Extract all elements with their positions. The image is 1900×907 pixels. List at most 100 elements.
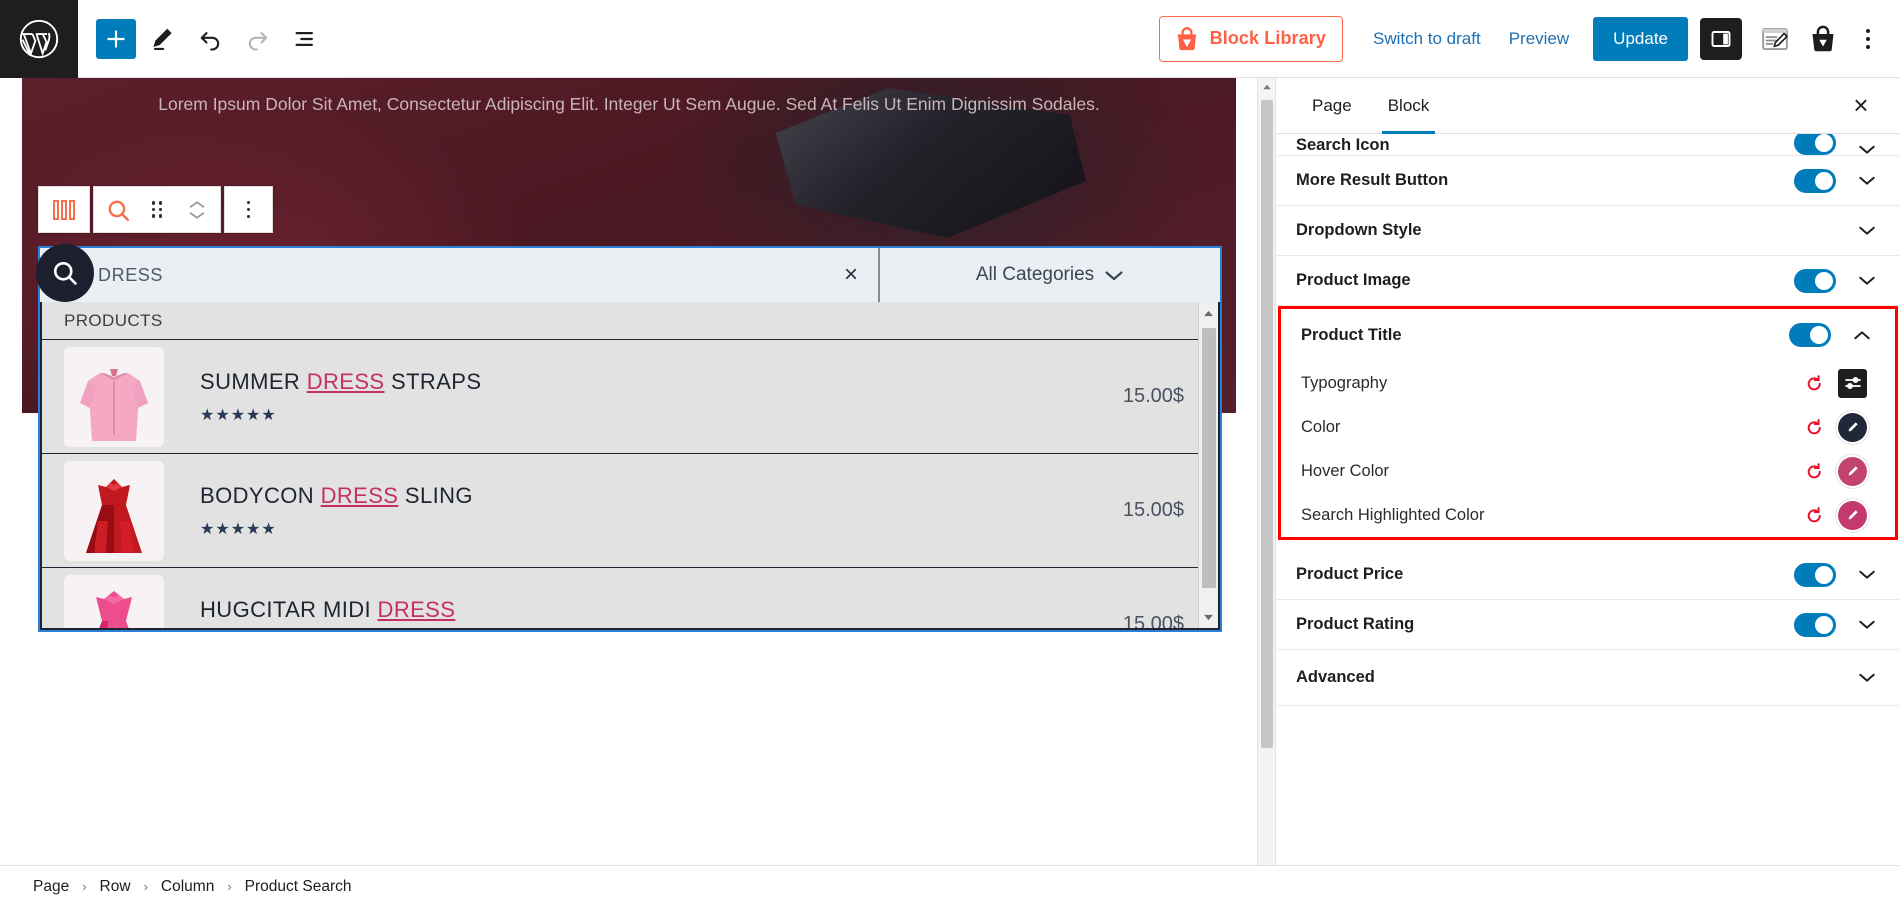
list-view-button[interactable] — [284, 17, 328, 61]
edit-tool-button[interactable] — [140, 17, 184, 61]
post-editor-icon[interactable] — [1754, 18, 1796, 60]
reset-undo-icon[interactable] — [1800, 462, 1828, 481]
undo-button[interactable] — [188, 17, 232, 61]
columns-block-icon[interactable] — [39, 187, 89, 232]
preview-button[interactable]: Preview — [1495, 16, 1583, 62]
breadcrumb-item-page[interactable]: Page — [24, 873, 78, 901]
sidebar-row-label: Product Price — [1296, 565, 1404, 583]
tab-block[interactable]: Block — [1370, 78, 1448, 134]
product-price: 15.00$ — [1122, 385, 1184, 407]
toggle-switch[interactable] — [1794, 134, 1836, 155]
color-picker-icon[interactable] — [1838, 456, 1867, 486]
block-library-button[interactable]: Block Library — [1158, 15, 1343, 62]
chevron-up-icon[interactable] — [1849, 330, 1875, 341]
breadcrumb-separator: › — [82, 879, 87, 894]
color-picker-icon[interactable] — [1838, 412, 1867, 442]
toggle-switch[interactable] — [1789, 323, 1831, 347]
block-toolbar-group-options — [224, 186, 273, 233]
control-actions — [1800, 500, 1875, 530]
search-results-dropdown: PRODUCTS SUMMER DRESS STRAPS ★★★★★ 15.00… — [40, 302, 1220, 630]
breadcrumb-item-column[interactable]: Column — [152, 873, 223, 901]
sidebar-row-search-icon[interactable]: Search Icon — [1276, 134, 1900, 156]
move-up-down-icon[interactable] — [173, 187, 220, 232]
breadcrumb-item-product-search[interactable]: Product Search — [236, 873, 361, 901]
toggle-switch[interactable] — [1794, 612, 1836, 637]
brush-glyph — [1848, 421, 1858, 431]
switch-to-draft-button[interactable]: Switch to draft — [1359, 16, 1495, 62]
sidebar-tabs: Page Block × — [1276, 78, 1900, 134]
control-actions — [1800, 368, 1875, 398]
sidebar-row-product-title[interactable]: Product Title — [1281, 309, 1895, 361]
chevron-down-icon[interactable] — [1854, 672, 1880, 683]
sidebar-row-product-image[interactable]: Product Image — [1276, 256, 1900, 306]
sidebar-panel-list: Search Icon More Result Button Dropdown … — [1276, 134, 1900, 746]
color-picker-icon[interactable] — [1838, 500, 1867, 530]
search-bar-row: DRESS × All Categories — [36, 244, 1220, 302]
product-info: HUGCITAR MIDI DRESS ★★★★★ — [164, 596, 1123, 629]
product-result-row[interactable]: HUGCITAR MIDI DRESS ★★★★★ 15.00$ — [42, 568, 1218, 629]
search-icon[interactable] — [36, 244, 94, 302]
results-scrollbar-thumb[interactable] — [1201, 328, 1216, 588]
drag-handle-icon[interactable] — [141, 187, 173, 232]
chevron-down-icon[interactable] — [1854, 569, 1880, 580]
kebab-dot — [1866, 28, 1870, 33]
store-shopping-bag-icon[interactable] — [1802, 18, 1844, 60]
sidebar-row-product-price[interactable]: Product Price — [1276, 550, 1900, 600]
typography-settings-icon[interactable] — [1838, 368, 1867, 398]
top-bar-left-tools — [78, 17, 328, 61]
chevron-down-icon[interactable] — [1854, 144, 1880, 155]
product-rating-stars: ★★★★★ — [200, 406, 277, 424]
category-select[interactable]: All Categories — [880, 248, 1220, 302]
reset-undo-icon[interactable] — [1800, 374, 1828, 393]
chevron-down-icon[interactable] — [1854, 275, 1880, 286]
clear-search-icon[interactable]: × — [824, 263, 878, 287]
sidebar-row-dropdown-style[interactable]: Dropdown Style — [1276, 206, 1900, 256]
chevron-down-icon — [1105, 270, 1123, 280]
chevron-down-icon[interactable] — [1854, 175, 1880, 186]
chevron-down-icon[interactable] — [1854, 225, 1880, 236]
toggle-switch[interactable] — [1794, 562, 1836, 587]
canvas-scroll-up-icon[interactable] — [1258, 78, 1275, 96]
more-options-icon[interactable] — [225, 187, 272, 232]
product-title: HUGCITAR MIDI DRESS — [200, 596, 456, 622]
chevron-down-icon[interactable] — [1854, 619, 1880, 630]
product-result-row[interactable]: SUMMER DRESS STRAPS ★★★★★ 15.00$ — [42, 340, 1218, 454]
product-result-row[interactable]: BODYCON DRESS SLING ★★★★★ 15.00$ — [42, 454, 1218, 568]
toggle-switch[interactable] — [1794, 268, 1836, 293]
scroll-up-arrow-icon[interactable] — [1199, 302, 1218, 324]
redo-button[interactable] — [236, 17, 280, 61]
control-search-highlighted-color[interactable]: Search Highlighted Color — [1281, 493, 1895, 537]
kebab-dot — [1866, 36, 1870, 41]
canvas-scrollbar-thumb[interactable] — [1260, 100, 1273, 748]
sidebar-row-more-result-button[interactable]: More Result Button — [1276, 156, 1900, 206]
tab-page[interactable]: Page — [1294, 78, 1370, 134]
control-actions — [1800, 412, 1875, 442]
sidebar-row-label: Search Icon — [1296, 136, 1390, 154]
results-scrollbar[interactable] — [1198, 302, 1218, 628]
sidebar-row-label: Product Title — [1301, 325, 1402, 344]
editor-options-menu-button[interactable] — [1850, 18, 1886, 60]
sidebar-row-advanced[interactable]: Advanced — [1276, 650, 1900, 706]
close-sidebar-icon[interactable]: × — [1844, 89, 1878, 123]
product-rating-stars: ★★★★★ — [200, 520, 277, 538]
wordpress-logo-icon[interactable] — [0, 0, 78, 78]
update-button[interactable]: Update — [1593, 16, 1688, 61]
search-input[interactable]: DRESS — [98, 265, 824, 286]
add-block-button[interactable] — [96, 18, 136, 59]
control-color[interactable]: Color — [1281, 405, 1895, 449]
reset-undo-icon[interactable] — [1800, 418, 1828, 437]
scroll-down-arrow-icon[interactable] — [1199, 606, 1218, 628]
canvas-scrollbar[interactable] — [1257, 78, 1275, 865]
reset-undo-icon[interactable] — [1800, 506, 1828, 525]
control-typography[interactable]: Typography — [1281, 361, 1895, 405]
breadcrumb-separator: › — [143, 879, 148, 894]
breadcrumb-item-row[interactable]: Row — [91, 873, 140, 901]
kebab-dot — [1866, 44, 1870, 49]
search-highlight: DRESS — [306, 368, 385, 394]
toggle-switch[interactable] — [1794, 168, 1836, 193]
sidebar-row-product-rating[interactable]: Product Rating — [1276, 600, 1900, 650]
settings-sidebar-toggle-button[interactable] — [1700, 17, 1742, 60]
control-actions — [1800, 456, 1875, 486]
control-hover-color[interactable]: Hover Color — [1281, 449, 1895, 493]
search-block-icon[interactable] — [94, 187, 141, 232]
